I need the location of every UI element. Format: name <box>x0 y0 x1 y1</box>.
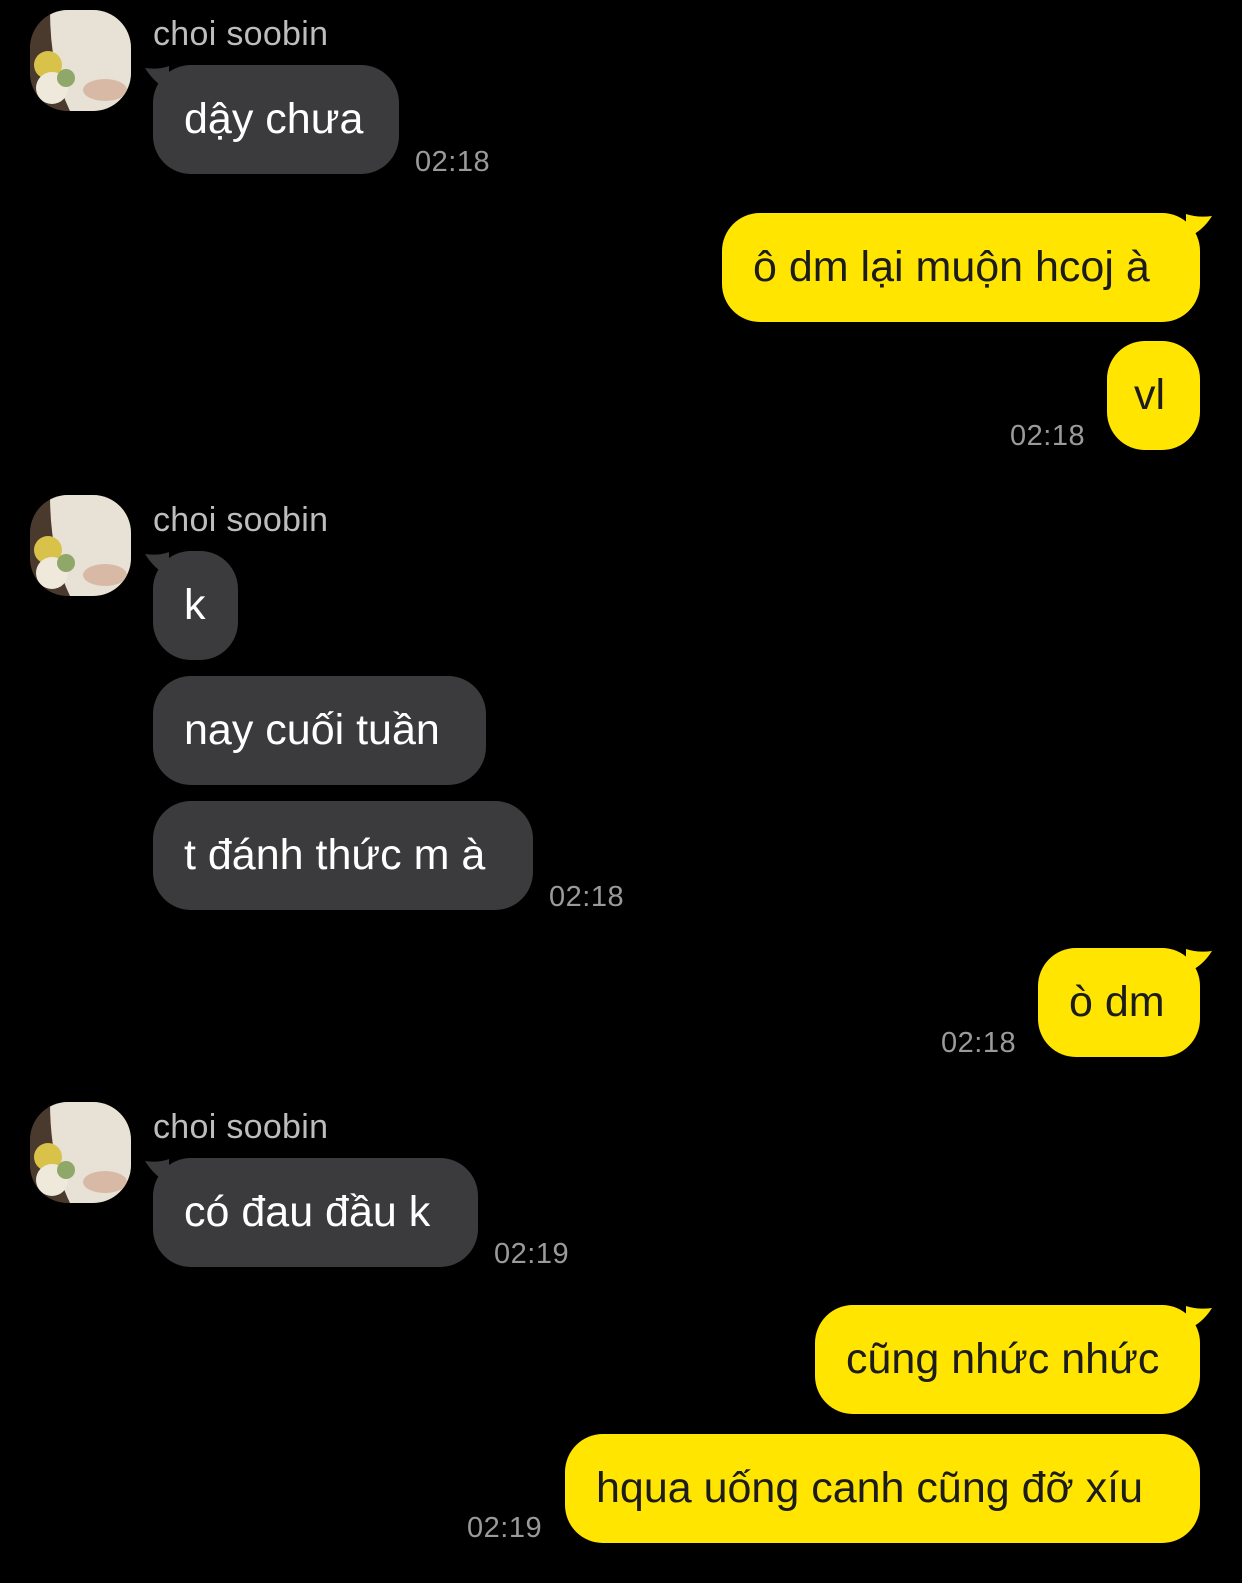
message-text: t đánh thức m à <box>184 831 486 879</box>
sender-name: choi soobin <box>153 1108 329 1146</box>
message-bubble-incoming[interactable]: dậy chưa <box>153 65 399 174</box>
message-text: nay cuối tuần <box>184 706 440 754</box>
message-bubble-incoming[interactable]: t đánh thức m à <box>153 801 533 910</box>
message-bubble-outgoing[interactable]: cũng nhức nhức <box>815 1305 1200 1414</box>
message-bubble-outgoing[interactable]: vl <box>1107 341 1200 450</box>
message-text: ò dm <box>1069 978 1165 1026</box>
sender-name: choi soobin <box>153 501 329 539</box>
message-text: k <box>184 581 206 629</box>
message-timestamp: 02:18 <box>415 146 491 178</box>
message-bubble-outgoing[interactable]: ô dm lại muộn hcoj à <box>722 213 1200 322</box>
sender-name: choi soobin <box>153 15 329 53</box>
message-text: vl <box>1134 371 1166 419</box>
message-bubble-incoming[interactable]: nay cuối tuần <box>153 676 486 785</box>
message-text: cũng nhức nhức <box>846 1335 1160 1383</box>
message-bubble-incoming[interactable]: k <box>153 551 238 660</box>
message-timestamp: 02:18 <box>1010 420 1086 452</box>
message-text: ô dm lại muộn hcoj à <box>753 243 1150 291</box>
message-timestamp: 02:18 <box>549 881 625 913</box>
contact-avatar[interactable] <box>30 495 131 596</box>
message-bubble-outgoing[interactable]: hqua uống canh cũng đỡ xíu <box>565 1434 1200 1543</box>
message-timestamp: 02:19 <box>467 1512 543 1544</box>
message-timestamp: 02:19 <box>494 1238 570 1270</box>
contact-avatar[interactable] <box>30 1102 131 1203</box>
message-bubble-incoming[interactable]: có đau đầu k <box>153 1158 478 1267</box>
contact-avatar[interactable] <box>30 10 131 111</box>
message-text: dậy chưa <box>184 95 364 143</box>
message-text: có đau đầu k <box>184 1188 431 1236</box>
message-text: hqua uống canh cũng đỡ xíu <box>596 1464 1144 1512</box>
message-bubble-outgoing[interactable]: ò dm <box>1038 948 1200 1057</box>
message-timestamp: 02:18 <box>941 1027 1017 1059</box>
